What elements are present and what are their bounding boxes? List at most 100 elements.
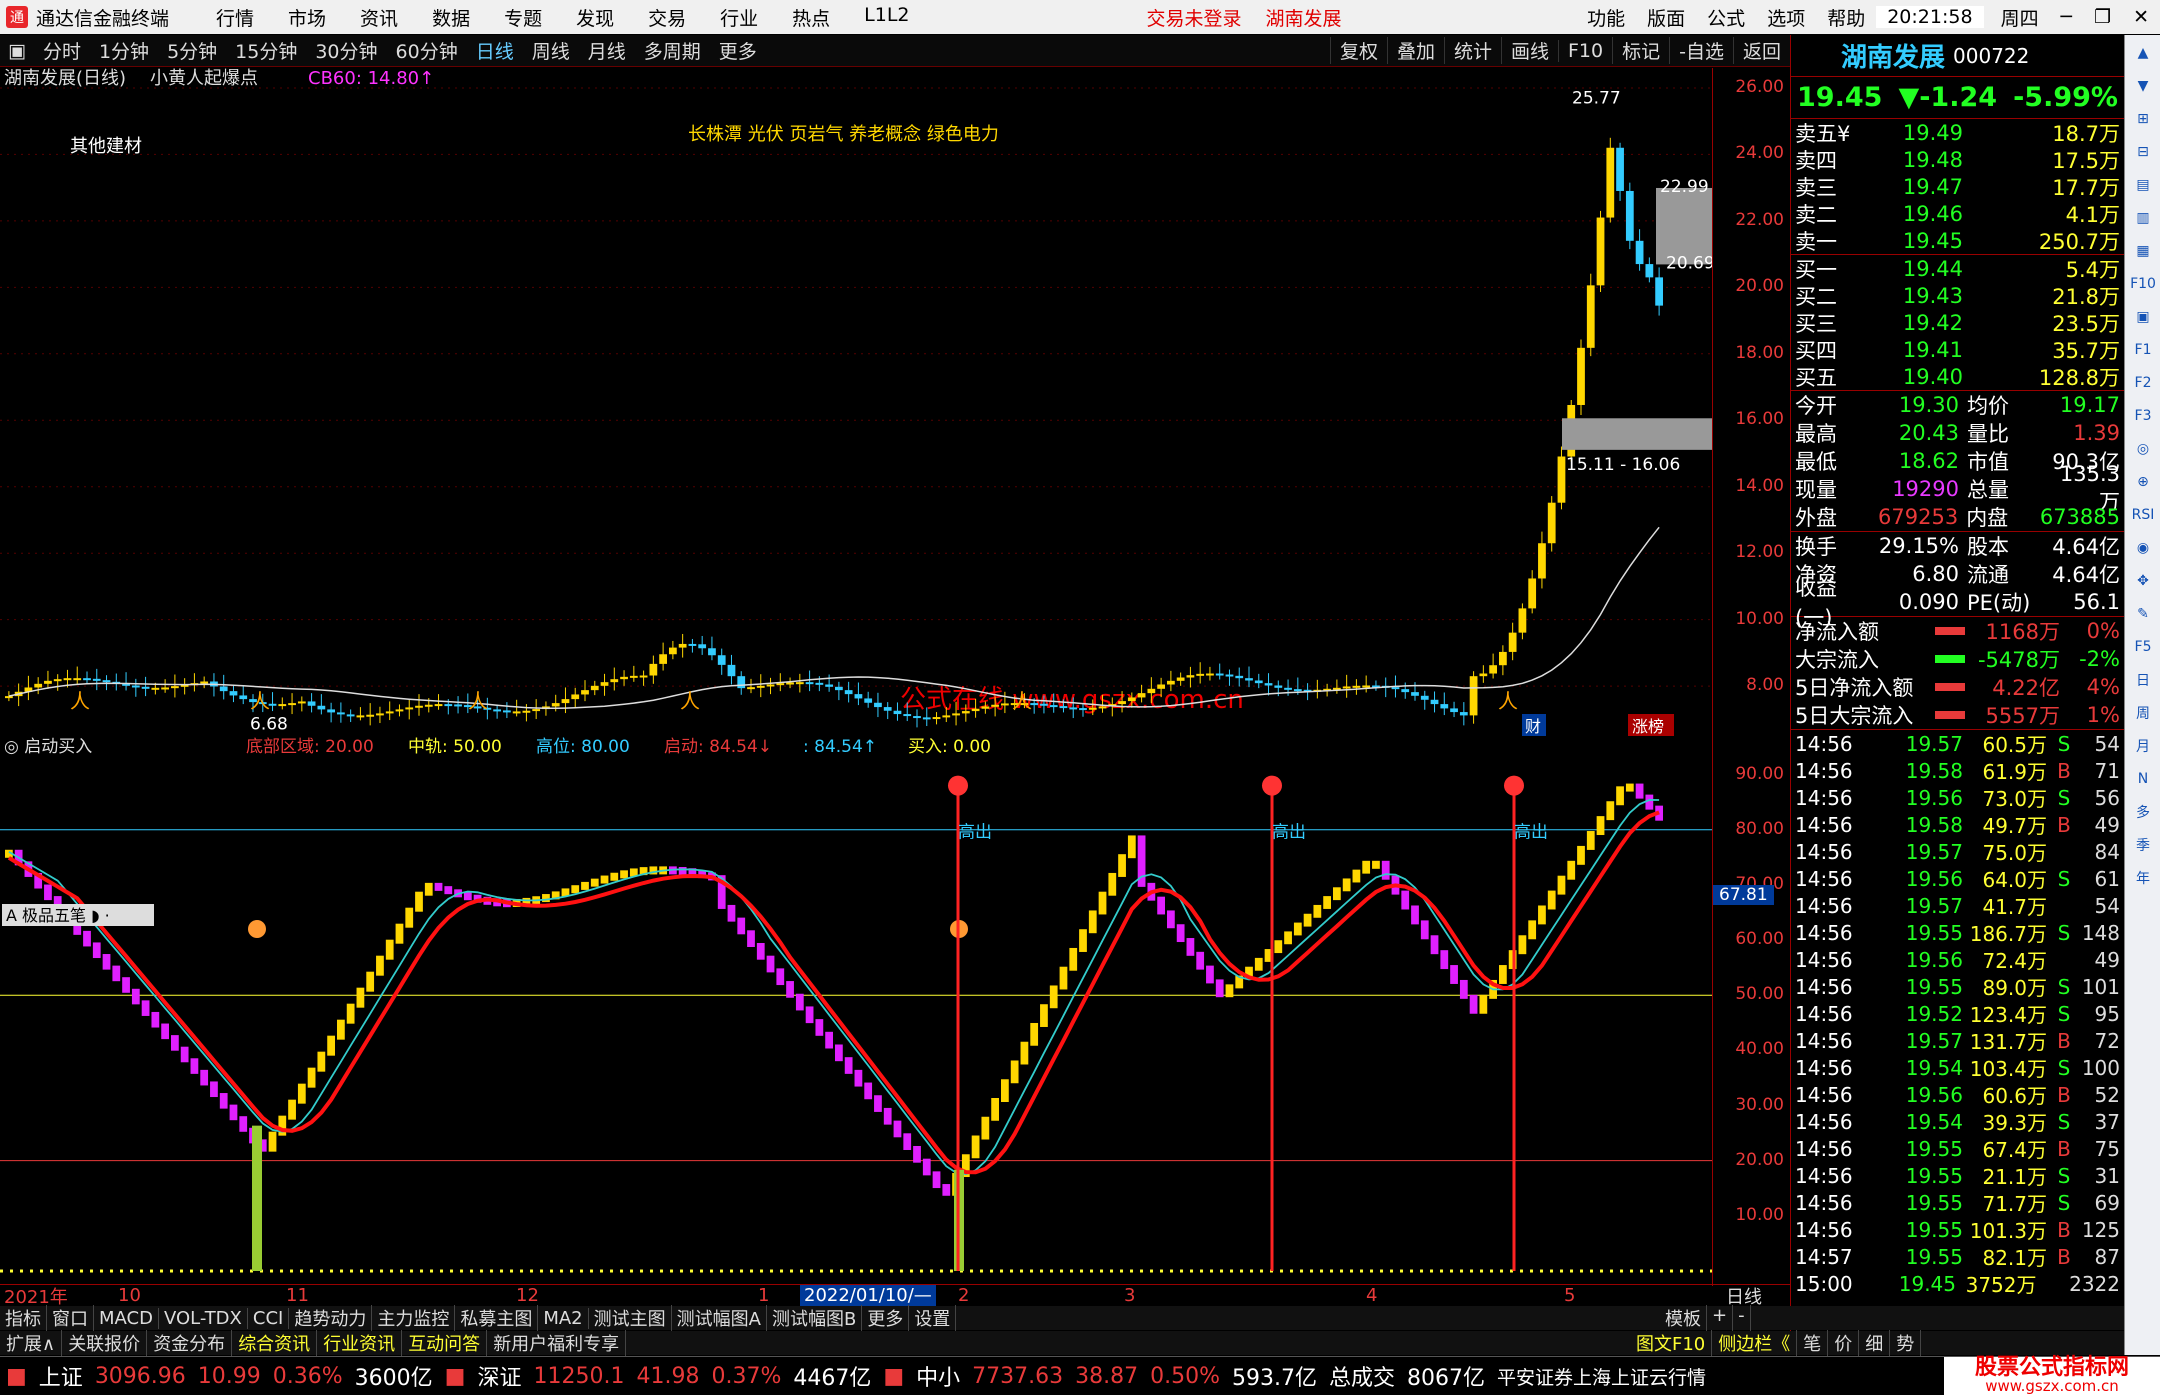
index-name[interactable]: 上证 (33, 1360, 89, 1392)
menu-item[interactable]: 资讯 (343, 4, 415, 31)
tab-action[interactable]: 模板 (1660, 1305, 1707, 1331)
toolbar-button[interactable]: 统计 (1443, 37, 1501, 64)
menu-item[interactable]: 行业 (703, 4, 775, 31)
menu-item[interactable]: 数据 (415, 4, 487, 31)
toolbar-button[interactable]: 画线 (1500, 37, 1558, 64)
trade-status[interactable]: 交易未登录 (1147, 4, 1242, 31)
menu-item[interactable]: 专题 (487, 4, 559, 31)
toolbar-button[interactable]: F10 (1558, 39, 1612, 62)
indicator-tab[interactable]: 指标 (0, 1305, 47, 1331)
menu-item[interactable]: L1L2 (847, 4, 926, 31)
side-tool-icon[interactable]: 季 (2128, 830, 2158, 860)
side-tool-icon[interactable]: 周 (2128, 698, 2158, 728)
extension-tab[interactable]: 扩展∧ (0, 1330, 63, 1356)
side-tab[interactable]: 细 (1859, 1330, 1891, 1356)
side-tool-icon[interactable]: N (2128, 764, 2158, 794)
tick-list[interactable]: 14:56 19.57 60.5万 S 54 14:56 19.58 61.9万 B 71 14:5… (1791, 730, 2124, 1298)
ask-row[interactable]: 卖一 19.45 250.7万 (1791, 227, 2124, 254)
extension-tab[interactable]: 互动问答 (402, 1330, 488, 1356)
side-tool-icon[interactable]: 日 (2128, 665, 2158, 695)
period-tab[interactable]: 周线 (523, 37, 579, 64)
indicator-tab[interactable]: VOL-TDX (159, 1307, 248, 1329)
side-tab[interactable]: 笔 (1797, 1330, 1829, 1356)
side-tool-icon[interactable]: F5 (2128, 632, 2158, 662)
index-name[interactable]: 深证 (471, 1360, 527, 1392)
side-tab[interactable]: 侧边栏《 (1712, 1330, 1798, 1356)
side-tool-icon[interactable]: RSI (2128, 500, 2158, 530)
side-tab[interactable]: 价 (1828, 1330, 1860, 1356)
menu-item[interactable]: 市场 (271, 4, 343, 31)
menu-right-item[interactable]: 帮助 (1816, 4, 1876, 31)
side-tool-icon[interactable]: ▦ (2128, 236, 2158, 266)
side-tool-icon[interactable]: 年 (2128, 863, 2158, 893)
extension-tab[interactable]: 新用户福利专享 (487, 1330, 627, 1356)
period-tab[interactable]: 更多 (710, 37, 766, 64)
side-tool-icon[interactable]: ⊟ (2128, 137, 2158, 167)
menu-right-item[interactable]: 公式 (1696, 4, 1756, 31)
indicator-tab[interactable]: 设置 (909, 1305, 957, 1331)
bid-row[interactable]: 买五 19.40 128.8万 (1791, 363, 2124, 390)
bid-row[interactable]: 买二 19.43 21.8万 (1791, 282, 2124, 309)
side-tab[interactable]: 图文F10 (1630, 1330, 1713, 1356)
period-tab[interactable]: 30分钟 (306, 37, 386, 64)
bid-row[interactable]: 买一 19.44 5.4万 (1791, 255, 2124, 282)
side-tab[interactable]: 势 (1890, 1330, 1922, 1356)
tab-action[interactable]: - (1733, 1305, 1751, 1331)
indicator-chart[interactable]: ◎ 启动买入 底部区域: 20.00 中轨: 50.00 高位: 80.00 启动: 8… (0, 736, 1712, 1286)
side-tool-icon[interactable]: ✥ (2128, 566, 2158, 596)
period-tab[interactable]: 60分钟 (387, 37, 467, 64)
badge-cai[interactable]: 财 (1525, 717, 1541, 736)
toolbar-button[interactable]: 叠加 (1386, 37, 1444, 64)
toolbar-button[interactable]: 标记 (1612, 37, 1669, 64)
indicator-tab[interactable]: 私募主图 (455, 1305, 539, 1331)
ask-row[interactable]: 卖五¥ 19.49 18.7万 (1791, 119, 2124, 146)
ask-row[interactable]: 卖四 19.48 17.5万 (1791, 146, 2124, 173)
period-tab[interactable]: 月线 (579, 37, 635, 64)
toolbar-button[interactable]: -自选 (1669, 37, 1733, 64)
tab-action[interactable]: + (1707, 1305, 1734, 1331)
indicator-tab[interactable]: 测试幅图B (767, 1305, 863, 1331)
side-tool-icon[interactable]: ▥ (2128, 203, 2158, 233)
ask-row[interactable]: 卖三 19.47 17.7万 (1791, 173, 2124, 200)
indicator-tab[interactable]: 测试主图 (589, 1305, 672, 1331)
side-tool-icon[interactable]: ▣ (2128, 302, 2158, 332)
menu-right-item[interactable]: 版面 (1636, 4, 1696, 31)
side-tool-icon[interactable]: ▤ (2128, 170, 2158, 200)
side-tool-icon[interactable]: ⊕ (2128, 467, 2158, 497)
period-tab[interactable]: 分时 (34, 37, 90, 64)
extension-tab[interactable]: 资金分布 (147, 1330, 233, 1356)
side-tool-icon[interactable]: F10 (2128, 269, 2158, 299)
close-icon[interactable]: ✕ (2122, 6, 2160, 28)
side-tool-icon[interactable]: 月 (2128, 731, 2158, 761)
indicator-tab[interactable]: 趋势动力 (289, 1305, 373, 1331)
extension-tab[interactable]: 综合资讯 (232, 1330, 318, 1356)
side-tool-icon[interactable]: ✎ (2128, 599, 2158, 629)
period-tab[interactable]: 日线 (467, 37, 523, 64)
minimize-icon[interactable]: ─ (2050, 6, 2083, 28)
side-tool-icon[interactable]: ◉ (2128, 533, 2158, 563)
side-tool-icon[interactable]: F2 (2128, 368, 2158, 398)
bid-row[interactable]: 买三 19.42 23.5万 (1791, 309, 2124, 336)
extension-tab[interactable]: 行业资讯 (317, 1330, 403, 1356)
menu-item[interactable]: 发现 (559, 4, 631, 31)
ask-row[interactable]: 卖二 19.46 4.1万 (1791, 200, 2124, 227)
toolbar-button[interactable]: 复权 (1329, 37, 1387, 64)
period-tab[interactable]: 5分钟 (158, 37, 226, 64)
bid-row[interactable]: 买四 19.41 35.7万 (1791, 336, 2124, 363)
menu-right-item[interactable]: 选项 (1756, 4, 1816, 31)
extension-tab[interactable]: 关联报价 (62, 1330, 148, 1356)
side-tool-icon[interactable]: F1 (2128, 335, 2158, 365)
maximize-icon[interactable]: ❐ (2083, 6, 2122, 28)
menu-item[interactable]: 交易 (631, 4, 703, 31)
period-tab[interactable]: 1分钟 (90, 37, 158, 64)
menu-item[interactable]: 行情 (199, 4, 271, 31)
indicator-tab[interactable]: 更多 (862, 1305, 910, 1331)
menu-item[interactable]: 热点 (775, 4, 847, 31)
side-tool-icon[interactable]: ▼ (2128, 71, 2158, 101)
side-tool-icon[interactable]: ◎ (2128, 434, 2158, 464)
period-tab[interactable]: 多周期 (635, 37, 710, 64)
side-tool-icon[interactable]: ▲ (2128, 38, 2158, 68)
menu-right-item[interactable]: 功能 (1576, 4, 1636, 31)
badge-zhangbang[interactable]: 涨榜 (1632, 717, 1664, 736)
indicator-tab[interactable]: MACD (94, 1307, 159, 1329)
